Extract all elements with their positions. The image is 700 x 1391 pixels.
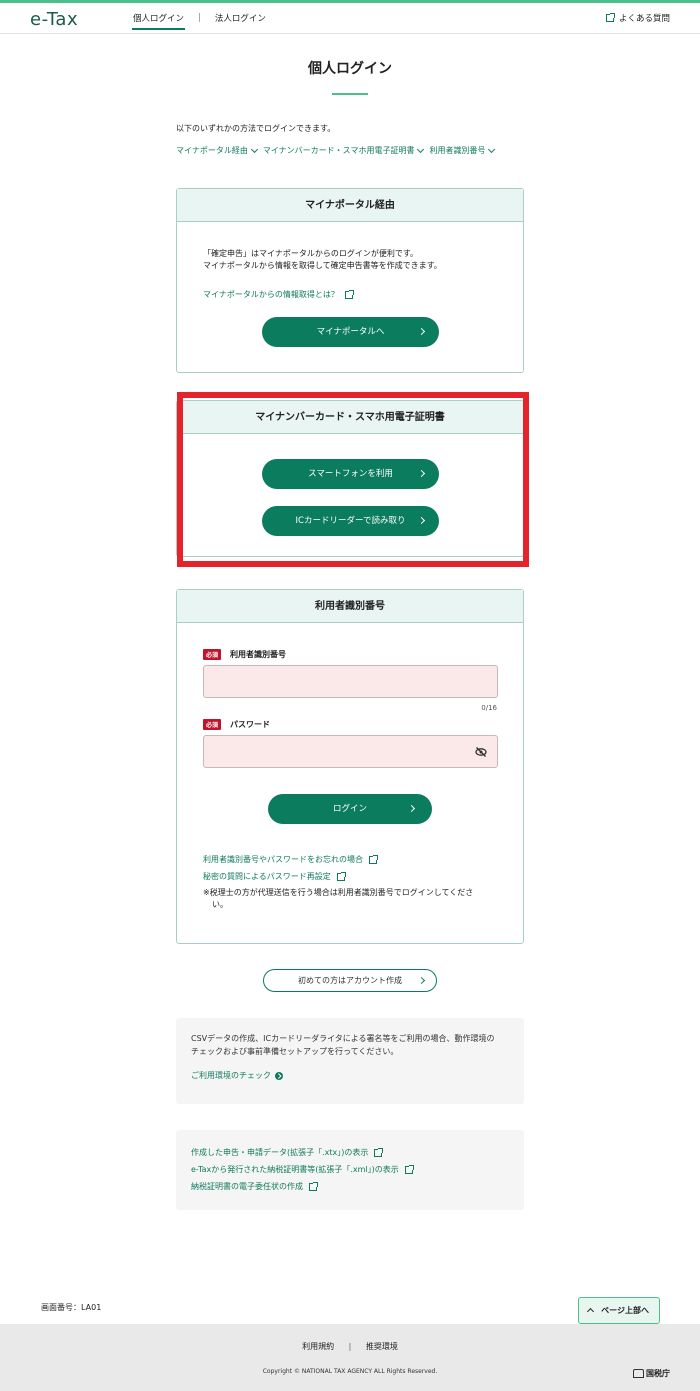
tax-accountant-note: ※税理士の方が代理送信を行う場合は利用者識別番号でログインしてくださ い。 — [203, 888, 474, 909]
environment-check-link[interactable]: ご利用環境のチェック — [191, 1070, 509, 1081]
myna-portal-description: 「確定申告」はマイナポータルからのログインが便利です。 マイナポータルから情報を… — [203, 249, 442, 270]
external-link-icon — [605, 13, 615, 22]
xml-display-link[interactable]: e-Taxから発行された納税証明書等(拡張子「.xml」)の表示 — [191, 1161, 509, 1178]
electronic-delegation-link[interactable]: 納税証明書の電子委任状の作成 — [191, 1178, 509, 1195]
site-header: e-Tax 個人ログイン | 法人ログイン よくある質問 — [0, 3, 700, 34]
eye-off-icon[interactable] — [475, 746, 487, 758]
footer-links: 利用規約 | 推奨環境 — [0, 1341, 700, 1352]
anchor-user-id[interactable]: 利用者識別番号 — [429, 145, 496, 156]
anchor-links: マイナポータル経由 マイナンバーカード・スマホ用電子証明書 利用者識別番号 — [176, 145, 500, 156]
chevron-right-icon — [417, 327, 426, 336]
user-id-input[interactable] — [203, 665, 498, 698]
anchor-myna-portal[interactable]: マイナポータル経由 — [176, 145, 258, 156]
password-reset-link[interactable]: 秘密の質問によるパスワード再設定 — [203, 871, 346, 882]
etax-logo[interactable]: e-Tax — [30, 9, 78, 30]
myna-portal-info-link[interactable]: マイナポータルからの情報取得とは？ — [203, 289, 354, 300]
login-button[interactable]: ログイン — [268, 794, 432, 824]
faq-label: よくある質問 — [618, 14, 670, 24]
external-link-icon — [344, 289, 354, 299]
tab-personal-login[interactable]: 個人ログイン — [131, 12, 186, 30]
card-heading: マイナポータル経由 — [177, 189, 523, 222]
user-id-card: 利用者識別番号 必須 利用者識別番号 0/16 必須 パスワード ログイン 利用者識… — [176, 589, 524, 944]
tab-separator: | — [198, 13, 201, 23]
create-account-button[interactable]: 初めての方はアカウント作成 — [263, 969, 437, 992]
nta-logo: 国税庁 — [633, 1368, 670, 1379]
chevron-down-icon — [488, 145, 496, 153]
chevron-down-icon — [250, 145, 258, 153]
external-link-icon — [404, 1164, 414, 1174]
xtx-display-link[interactable]: 作成した申告・申請データ(拡張子「.xtx」)の表示 — [191, 1144, 509, 1161]
password-input[interactable] — [203, 735, 498, 768]
footer-separator: | — [348, 1342, 352, 1351]
copyright: Copyright © NATIONAL TAX AGENCY ALL Righ… — [262, 1368, 438, 1375]
chevron-right-icon — [407, 804, 416, 813]
screen-number: 画面番号：LA01 — [41, 1303, 102, 1312]
tab-corporate-login[interactable]: 法人ログイン — [215, 12, 266, 24]
site-footer: 利用規約 | 推奨環境 Copyright © NATIONAL TAX AGE… — [0, 1324, 700, 1391]
environment-check-box: CSVデータの作成、ICカードリーダライタによる署名等をご利用の場合、動作環境の… — [176, 1018, 524, 1104]
intro-text: 以下のいずれかの方法でログインできます。 — [176, 124, 336, 133]
login-type-tabs: 個人ログイン | 法人ログイン — [131, 12, 266, 30]
required-badge: 必須 — [203, 719, 222, 730]
recommended-env-link[interactable]: 推奨環境 — [366, 1342, 398, 1351]
page-title: 個人ログイン — [308, 61, 392, 77]
chevron-right-icon — [417, 976, 426, 985]
external-link-icon — [369, 854, 378, 864]
chevron-down-icon — [417, 145, 425, 153]
external-link-icon — [336, 871, 346, 881]
external-link-icon — [374, 1147, 384, 1157]
external-link-icon — [309, 1181, 318, 1191]
page-top-button[interactable]: ページ上部へ — [578, 1297, 660, 1324]
user-id-char-count: 0/16 — [481, 704, 497, 712]
environment-text: CSVデータの作成、ICカードリーダライタによる署名等をご利用の場合、動作環境の… — [191, 1034, 495, 1056]
card-heading: 利用者識別番号 — [177, 590, 523, 623]
user-id-label: 必須 利用者識別番号 — [203, 649, 286, 660]
myna-portal-button[interactable]: マイナポータルへ — [262, 317, 439, 347]
forgot-credentials-link[interactable]: 利用者識別番号やパスワードをお忘れの場合 — [203, 854, 378, 865]
myna-portal-card: マイナポータル経由 「確定申告」はマイナポータルからのログインが便利です。 マイ… — [176, 188, 524, 373]
anchor-mynumber-card[interactable]: マイナンバーカード・スマホ用電子証明書 — [263, 145, 425, 156]
terms-link[interactable]: 利用規約 — [302, 1342, 334, 1351]
password-label: 必須 パスワード — [203, 719, 270, 730]
highlight-frame — [177, 392, 529, 567]
arrow-circle-icon — [275, 1071, 283, 1080]
chevron-up-icon — [586, 1307, 595, 1316]
required-badge: 必須 — [203, 649, 222, 660]
faq-link[interactable]: よくある質問 — [605, 12, 670, 24]
file-links-box: 作成した申告・申請データ(拡張子「.xtx」)の表示 e-Taxから発行された納… — [176, 1130, 524, 1210]
title-underline — [332, 93, 368, 95]
nta-building-icon — [633, 1369, 644, 1378]
